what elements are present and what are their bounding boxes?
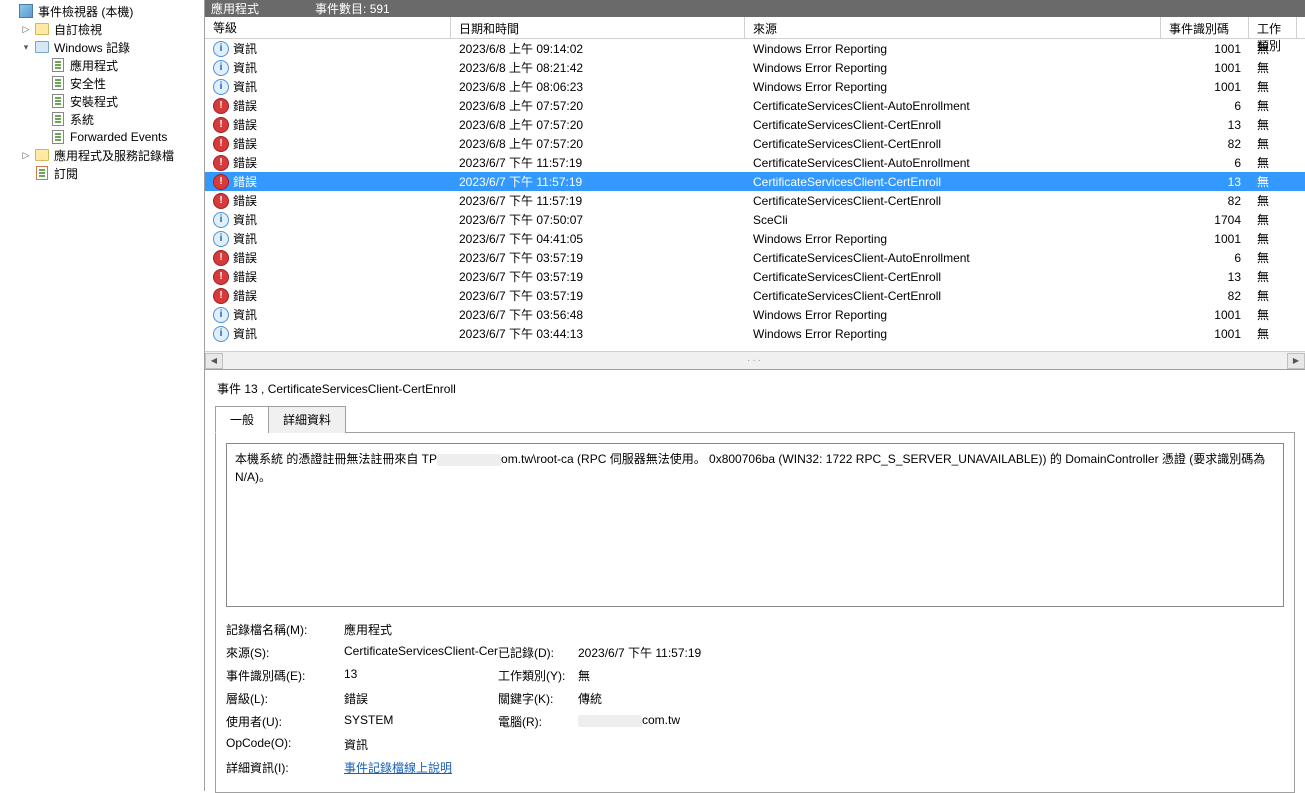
event-row[interactable]: !錯誤2023/6/7 下午 03:57:19CertificateServic… xyxy=(205,286,1305,305)
error-icon: ! xyxy=(213,98,229,114)
col-event-id[interactable]: 事件識別碼 xyxy=(1161,17,1249,38)
event-row[interactable]: !錯誤2023/6/8 上午 07:57:20CertificateServic… xyxy=(205,134,1305,153)
event-row[interactable]: !錯誤2023/6/8 上午 07:57:20CertificateServic… xyxy=(205,115,1305,134)
error-icon: ! xyxy=(213,117,229,133)
error-icon: ! xyxy=(213,136,229,152)
tree-windows-logs[interactable]: ▾Windows 記錄 xyxy=(0,38,204,56)
info-icon: i xyxy=(213,79,229,95)
tab-details[interactable]: 詳細資料 xyxy=(268,406,346,433)
tree-log-application[interactable]: 應用程式 xyxy=(0,56,204,74)
info-icon: i xyxy=(213,60,229,76)
event-row[interactable]: i資訊2023/6/7 下午 03:44:13Windows Error Rep… xyxy=(205,324,1305,343)
event-row[interactable]: i資訊2023/6/7 下午 03:56:48Windows Error Rep… xyxy=(205,305,1305,324)
redacted xyxy=(578,715,642,727)
col-category[interactable]: 工作類別 xyxy=(1249,17,1297,38)
event-row[interactable]: !錯誤2023/6/7 下午 11:57:19CertificateServic… xyxy=(205,153,1305,172)
detail-tabs: 一般 詳細資料 xyxy=(215,405,1295,433)
event-row[interactable]: !錯誤2023/6/8 上午 07:57:20CertificateServic… xyxy=(205,96,1305,115)
error-icon: ! xyxy=(213,193,229,209)
event-row[interactable]: !錯誤2023/6/7 下午 11:57:19CertificateServic… xyxy=(205,172,1305,191)
scroll-left-icon[interactable]: ◀ xyxy=(205,353,223,369)
tree-root[interactable]: 事件檢視器 (本機) xyxy=(0,2,204,20)
event-row[interactable]: i資訊2023/6/8 上午 08:06:23Windows Error Rep… xyxy=(205,77,1305,96)
detail-title: 事件 13 , CertificateServicesClient-CertEn… xyxy=(205,370,1305,405)
expand-icon[interactable]: ▷ xyxy=(20,23,32,35)
online-help-link[interactable]: 事件記錄檔線上說明 xyxy=(344,759,452,776)
col-source[interactable]: 來源 xyxy=(745,17,1161,38)
event-row[interactable]: i資訊2023/6/8 上午 08:21:42Windows Error Rep… xyxy=(205,58,1305,77)
error-icon: ! xyxy=(213,155,229,171)
event-row[interactable]: !錯誤2023/6/7 下午 03:57:19CertificateServic… xyxy=(205,267,1305,286)
event-row[interactable]: !錯誤2023/6/7 下午 11:57:19CertificateServic… xyxy=(205,191,1305,210)
info-icon: i xyxy=(213,231,229,247)
expand-icon[interactable]: ▷ xyxy=(20,149,32,161)
col-level[interactable]: 等級 xyxy=(205,17,451,38)
event-properties: 記錄檔名稱(M):應用程式 來源(S):CertificateServicesC… xyxy=(226,621,1284,776)
collapse-icon[interactable]: ▾ xyxy=(20,41,32,53)
info-icon: i xyxy=(213,326,229,342)
navigation-tree: 事件檢視器 (本機) ▷自訂檢視 ▾Windows 記錄 應用程式 安全性 安裝… xyxy=(0,0,205,791)
event-row[interactable]: !錯誤2023/6/7 下午 03:57:19CertificateServic… xyxy=(205,248,1305,267)
error-icon: ! xyxy=(213,269,229,285)
tree-app-services[interactable]: ▷應用程式及服務記錄檔 xyxy=(0,146,204,164)
event-row[interactable]: i資訊2023/6/8 上午 09:14:02Windows Error Rep… xyxy=(205,39,1305,58)
event-row[interactable]: i資訊2023/6/7 下午 07:50:07SceCli1704無 xyxy=(205,210,1305,229)
error-icon: ! xyxy=(213,288,229,304)
error-icon: ! xyxy=(213,174,229,190)
tree-log-security[interactable]: 安全性 xyxy=(0,74,204,92)
tree-log-system[interactable]: 系統 xyxy=(0,110,204,128)
info-icon: i xyxy=(213,307,229,323)
event-message: 本機系統 的憑證註冊無法註冊來自 TPom.tw\root-ca (RPC 伺服… xyxy=(226,443,1284,607)
tree-root-label: 事件檢視器 (本機) xyxy=(38,3,133,20)
tree-log-setup[interactable]: 安裝程式 xyxy=(0,92,204,110)
col-date[interactable]: 日期和時間 xyxy=(451,17,745,38)
scroll-right-icon[interactable]: ▶ xyxy=(1287,353,1305,369)
error-icon: ! xyxy=(213,250,229,266)
horizontal-scrollbar[interactable]: ◀ ··· ▶ xyxy=(205,351,1305,369)
info-icon: i xyxy=(213,212,229,228)
log-header: 應用程式事件數目: 591 xyxy=(205,0,1305,17)
tab-general[interactable]: 一般 xyxy=(215,406,269,433)
redacted xyxy=(437,454,501,466)
grid-header: 等級 日期和時間 來源 事件識別碼 工作類別 xyxy=(205,17,1305,39)
info-icon: i xyxy=(213,41,229,57)
event-grid[interactable]: i資訊2023/6/8 上午 09:14:02Windows Error Rep… xyxy=(205,39,1305,351)
tree-custom-views[interactable]: ▷自訂檢視 xyxy=(0,20,204,38)
event-row[interactable]: i資訊2023/6/7 下午 04:41:05Windows Error Rep… xyxy=(205,229,1305,248)
tree-subscriptions[interactable]: 訂閱 xyxy=(0,164,204,182)
tree-log-forwarded[interactable]: Forwarded Events xyxy=(0,128,204,146)
